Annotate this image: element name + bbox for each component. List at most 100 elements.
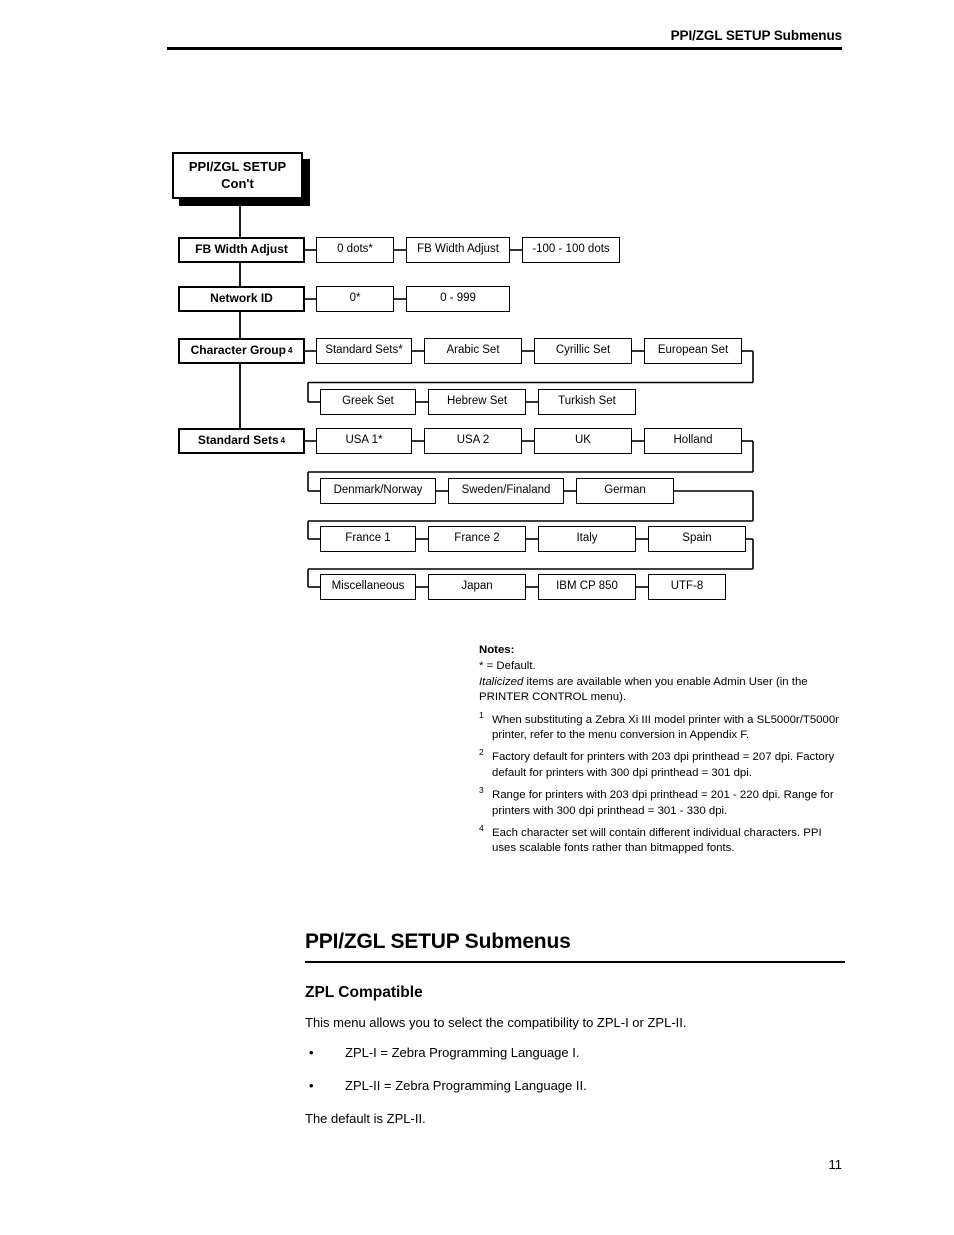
- node-label: 0 - 999: [440, 292, 476, 305]
- node-label: Denmark/Norway: [333, 484, 423, 497]
- node-label: Character Group: [190, 343, 286, 358]
- node-label: Arabic Set: [446, 344, 500, 357]
- option-node-7-3: UTF-8: [648, 574, 726, 600]
- option-node-4-2: UK: [534, 428, 632, 454]
- node-label: 0*: [349, 292, 361, 305]
- menu-node-1: Network ID: [178, 286, 305, 312]
- node-label: FB Width Adjust: [195, 242, 288, 257]
- node-label: IBM CP 850: [556, 580, 618, 593]
- notes-default-line: * = Default.: [479, 660, 536, 673]
- option-node-4-3: Holland: [644, 428, 742, 454]
- notes-block: Notes: * = Default. Italicized items are…: [479, 643, 839, 857]
- option-node-7-0: Miscellaneous: [320, 574, 416, 600]
- option-node-5-0: Denmark/Norway: [320, 478, 436, 504]
- section-heading-rule: [305, 961, 845, 963]
- ppi-zgl-setup-flowchart: PPI/ZGL SETUP Con't FB Width Adjust 0 dots*…: [0, 0, 954, 640]
- intro-paragraph: This menu allows you to select the compa…: [305, 1015, 687, 1030]
- option-node-2-2: Cyrillic Set: [534, 338, 632, 364]
- node-label: European Set: [657, 344, 729, 357]
- menu-node-2: Character Group 4: [178, 338, 305, 364]
- node-label: Holland: [673, 434, 713, 447]
- node-label: Spain: [682, 532, 712, 545]
- node-label: Standard Sets*: [325, 344, 403, 357]
- option-node-4-1: USA 2: [424, 428, 522, 454]
- option-node-6-3: Spain: [648, 526, 746, 552]
- node-label: -100 - 100 dots: [532, 243, 610, 256]
- note-item-text: When substituting a Zebra Xi III model p…: [492, 713, 839, 741]
- bullet-list: • ZPL-I = Zebra Programming Language I. • Z…: [305, 1045, 845, 1095]
- note-item-number: 4: [479, 822, 484, 833]
- node-label: Hebrew Set: [446, 395, 508, 408]
- bullet-item: • ZPL-II = Zebra Programming Language II.: [305, 1078, 845, 1095]
- flowchart-title-node: PPI/ZGL SETUP Con't: [172, 152, 303, 199]
- node-label: 0 dots*: [337, 243, 373, 256]
- closing-paragraph: The default is ZPL-II.: [305, 1110, 426, 1126]
- note-item-text: Each character set will contain differen…: [492, 826, 822, 855]
- node-label: France 1: [345, 532, 391, 545]
- node-label: Greek Set: [342, 395, 394, 408]
- option-node-2-3: European Set: [644, 338, 742, 364]
- node-label: Italy: [576, 532, 598, 545]
- node-label: Standard Sets: [197, 433, 279, 448]
- menu-node-4: Standard Sets 4: [178, 428, 305, 454]
- notes-italic-line: Italicized items are available when you …: [479, 675, 839, 706]
- node-label: FB Width Adjust: [417, 243, 499, 256]
- node-label: Japan: [461, 580, 493, 593]
- note-item-number: 3: [479, 785, 484, 796]
- node-superscript: 4: [280, 436, 286, 446]
- bullet-dot-icon: •: [309, 1077, 314, 1093]
- note-item-text: Factory default for printers with 203 dp…: [492, 751, 835, 779]
- option-node-0-1: FB Width Adjust: [406, 237, 510, 263]
- option-node-2-1: Arabic Set: [424, 338, 522, 364]
- option-node-0-2: -100 - 100 dots: [522, 237, 620, 263]
- node-superscript: 4: [287, 346, 293, 356]
- note-item: 2 Factory default for printers with 203 d…: [479, 747, 839, 781]
- option-node-6-2: Italy: [538, 526, 636, 552]
- option-node-2-0: Standard Sets*: [316, 338, 412, 364]
- node-label: Turkish Set: [558, 395, 616, 408]
- option-node-1-1: 0 - 999: [406, 286, 510, 312]
- option-node-4-0: USA 1*: [316, 428, 412, 454]
- body-section: PPI/ZGL SETUP Submenus ZPL Compatible Th…: [305, 930, 845, 1141]
- note-item: 1 When substituting a Zebra Xi III model …: [479, 709, 839, 744]
- node-label: German: [604, 484, 646, 497]
- node-label: Sweden/Finaland: [461, 484, 551, 497]
- node-label: USA 2: [456, 434, 490, 447]
- option-node-1-0: 0*: [316, 286, 394, 312]
- notes-title: Notes:: [479, 644, 515, 656]
- option-node-0-0: 0 dots*: [316, 237, 394, 263]
- notes-italic-word: Italicized: [479, 675, 524, 688]
- option-node-6-1: France 2: [428, 526, 526, 552]
- note-item: 4 Each character set will contain differe…: [479, 822, 839, 857]
- page-number: 11: [828, 1157, 843, 1172]
- option-node-3-2: Turkish Set: [538, 389, 636, 415]
- notes-numbered-list: 1 When substituting a Zebra Xi III model …: [479, 709, 839, 857]
- node-label: Network ID: [210, 291, 273, 306]
- option-node-3-0: Greek Set: [320, 389, 416, 415]
- section-heading: PPI/ZGL SETUP Submenus: [305, 930, 571, 953]
- node-label: UK: [575, 434, 591, 447]
- option-node-3-1: Hebrew Set: [428, 389, 526, 415]
- option-node-5-1: Sweden/Finaland: [448, 478, 564, 504]
- note-item-number: 2: [479, 747, 484, 758]
- node-label: UTF-8: [670, 580, 704, 593]
- bullet-dot-icon: •: [309, 1044, 314, 1060]
- node-label: France 2: [454, 532, 500, 545]
- bullet-text: ZPL-I = Zebra Programming Language I.: [345, 1044, 580, 1060]
- option-node-5-2: German: [576, 478, 674, 504]
- node-label: Cyrillic Set: [555, 344, 611, 357]
- note-item: 3 Range for printers with 203 dpi printhe…: [479, 785, 839, 819]
- note-item-text: Range for printers with 203 dpi printhea…: [492, 789, 834, 817]
- bullet-text: ZPL-II = Zebra Programming Language II.: [345, 1077, 587, 1093]
- note-item-number: 1: [479, 709, 484, 720]
- option-node-6-0: France 1: [320, 526, 416, 552]
- menu-node-0: FB Width Adjust: [178, 237, 305, 263]
- title-node-line1: PPI/ZGL SETUP: [188, 159, 287, 175]
- option-node-7-2: IBM CP 850: [538, 574, 636, 600]
- node-label: Miscellaneous: [331, 580, 405, 593]
- title-node-line2: Con't: [221, 175, 254, 191]
- subsection-heading: ZPL Compatible: [305, 984, 423, 1001]
- bullet-item: • ZPL-I = Zebra Programming Language I.: [305, 1045, 845, 1062]
- option-node-7-1: Japan: [428, 574, 526, 600]
- notes-italic-rest: items are available when you enable Admi…: [479, 675, 808, 704]
